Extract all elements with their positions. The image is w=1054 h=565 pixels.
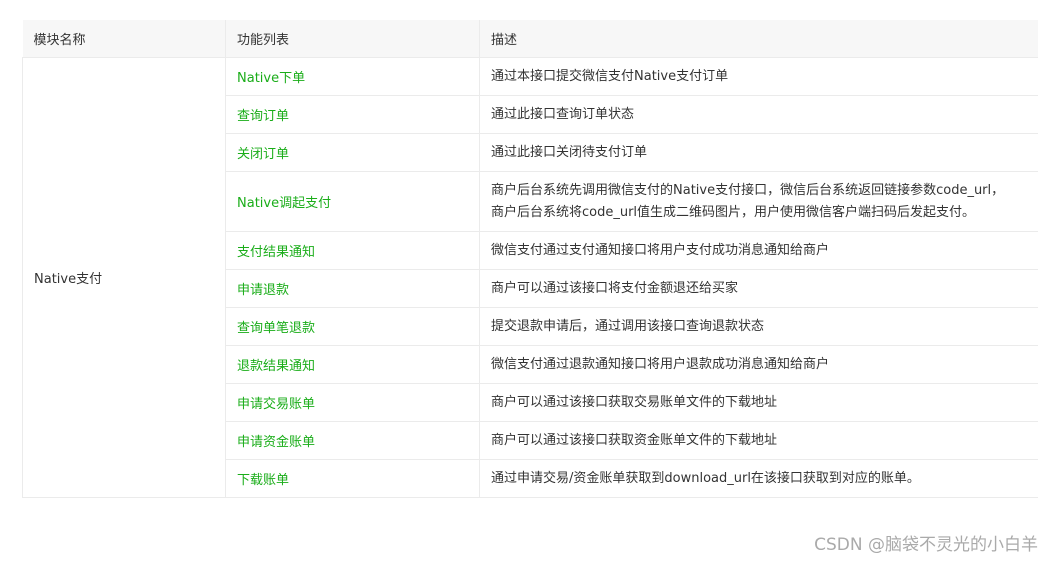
module-name-cell: Native支付	[22, 57, 226, 498]
description-text: 通过此接口关闭待支付订单	[491, 144, 648, 160]
description-text: 商户可以通过该接口将支付金额退还给买家	[491, 280, 739, 296]
function-link[interactable]: 申请交易账单	[225, 383, 480, 422]
api-table: 模块名称 功能列表 描述 Native支付 Native下单 通过本接口提交微信…	[22, 20, 1038, 498]
table-row: Native支付 Native下单 通过本接口提交微信支付Native支付订单	[22, 57, 1038, 498]
header-function-list: 功能列表	[225, 20, 480, 58]
description-cell: 商户可以通过该接口获取资金账单文件的下载地址	[479, 421, 1038, 460]
description-text: 微信支付通过退款通知接口将用户退款成功消息通知给商户	[491, 356, 830, 372]
description-text: 商户可以通过该接口获取资金账单文件的下载地址	[491, 432, 778, 448]
function-link[interactable]: 支付结果通知	[225, 231, 480, 270]
function-link[interactable]: 下载账单	[225, 459, 480, 498]
function-link[interactable]: 查询订单	[225, 95, 480, 134]
description-text-line-2: 商户后台系统将code_url值生成二维码图片，用户使用微信客户端扫码后发起支付…	[491, 204, 976, 220]
header-description: 描述	[479, 20, 1038, 58]
description-cell: 通过此接口关闭待支付订单	[479, 133, 1038, 172]
table-header-row: 模块名称 功能列表 描述	[22, 20, 1038, 58]
description-text: 通过此接口查询订单状态	[491, 106, 635, 122]
description-cell: 商户后台系统先调用微信支付的Native支付接口，微信后台系统返回链接参数cod…	[479, 171, 1038, 232]
description-text: 通过本接口提交微信支付Native支付订单	[491, 68, 729, 84]
description-cell: 通过申请交易/资金账单获取到download_url在该接口获取到对应的账单。	[479, 459, 1038, 498]
description-cell: 提交退款申请后，通过调用该接口查询退款状态	[479, 307, 1038, 346]
function-link[interactable]: Native下单	[225, 57, 480, 96]
function-link[interactable]: 关闭订单	[225, 133, 480, 172]
description-cell: 微信支付通过支付通知接口将用户支付成功消息通知给商户	[479, 231, 1038, 270]
description-cell: 微信支付通过退款通知接口将用户退款成功消息通知给商户	[479, 345, 1038, 384]
function-link[interactable]: 申请资金账单	[225, 421, 480, 460]
description-text: 商户可以通过该接口获取交易账单文件的下载地址	[491, 394, 778, 410]
description-text: 通过申请交易/资金账单获取到download_url在该接口获取到对应的账单。	[491, 470, 920, 486]
function-link[interactable]: 查询单笔退款	[225, 307, 480, 346]
header-module-name: 模块名称	[22, 20, 226, 58]
description-cell: 通过本接口提交微信支付Native支付订单	[479, 57, 1038, 96]
function-link[interactable]: 申请退款	[225, 269, 480, 308]
description-text: 提交退款申请后，通过调用该接口查询退款状态	[491, 318, 765, 334]
description-cell: 商户可以通过该接口获取交易账单文件的下载地址	[479, 383, 1038, 422]
function-link[interactable]: 退款结果通知	[225, 345, 480, 384]
description-cell: 商户可以通过该接口将支付金额退还给买家	[479, 269, 1038, 308]
description-text-line-1: 商户后台系统先调用微信支付的Native支付接口，微信后台系统返回链接参数cod…	[491, 182, 1005, 198]
function-link[interactable]: Native调起支付	[225, 171, 480, 232]
csdn-watermark: CSDN @脑袋不灵光的小白羊	[814, 535, 1038, 555]
api-table-container: 模块名称 功能列表 描述 Native支付 Native下单 通过本接口提交微信…	[22, 20, 1038, 498]
description-text: 微信支付通过支付通知接口将用户支付成功消息通知给商户	[491, 242, 830, 258]
description-cell: 通过此接口查询订单状态	[479, 95, 1038, 134]
